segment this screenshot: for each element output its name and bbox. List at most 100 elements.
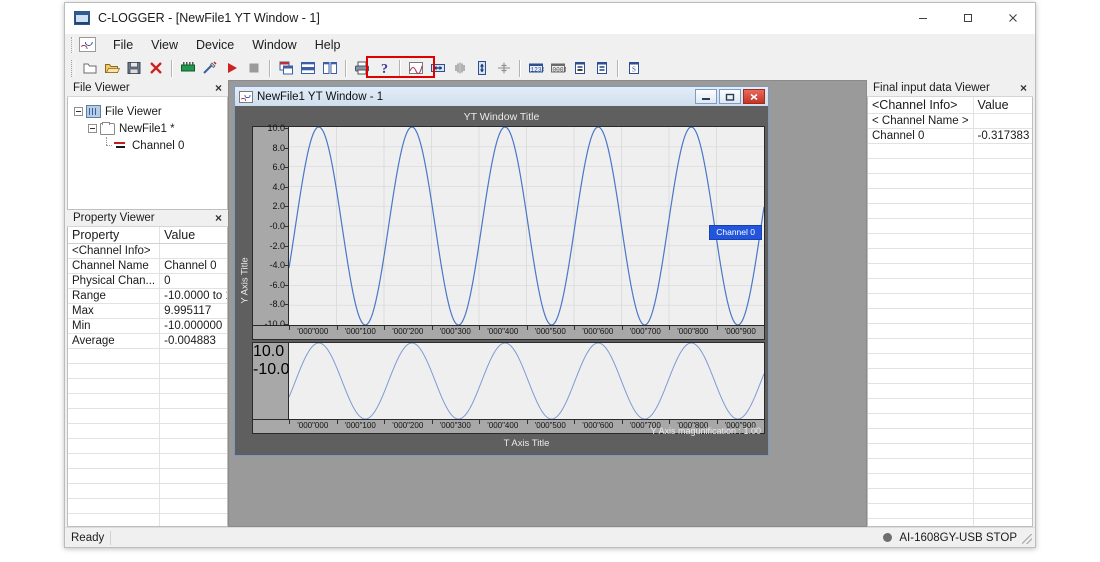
resize-grip-icon[interactable]	[1022, 534, 1032, 544]
tools-icon[interactable]	[200, 58, 220, 78]
y-tick-mark	[284, 245, 288, 247]
menu-item-help[interactable]: Help	[306, 36, 350, 54]
table-row[interactable]: Max 9.995117	[68, 303, 227, 319]
table-row-empty	[868, 158, 1032, 174]
statistics-icon[interactable]: S	[624, 58, 644, 78]
table-row[interactable]: Physical Chan... 0	[68, 273, 227, 289]
channel-icon	[114, 140, 128, 151]
plot-stack: 10.0 8.0 6.0 4.0 2.0 -0.0 -2.0 -4.0 -6.0 -8.0 -10.…	[252, 123, 765, 434]
x-tick-label: '000"500	[534, 421, 566, 430]
x-tick-label: '000"400	[487, 421, 519, 430]
table-row[interactable]: Min -10.000000	[68, 318, 227, 334]
yt-window-icon[interactable]	[406, 58, 426, 78]
digital-display-icon[interactable]: 0001	[548, 58, 568, 78]
table-row[interactable]: <Channel Info>	[68, 243, 227, 259]
file-viewer-close-icon[interactable]: ×	[213, 82, 224, 94]
table-row-empty	[68, 513, 227, 526]
x-tick-mark	[621, 420, 623, 424]
final-input-viewer-body: <Channel Info> Value < Channel Name > Ch…	[867, 97, 1033, 527]
property-value: 0	[159, 273, 227, 289]
toolbar-grip[interactable]	[71, 59, 75, 77]
x-axis-strip: '000"000 '000"100 '000"200 '000"300 '000"400…	[252, 326, 765, 340]
property-key: Min	[68, 318, 161, 334]
yt-minimize-button[interactable]	[695, 89, 717, 104]
open-folder-icon[interactable]	[102, 58, 122, 78]
overview-y-tick-label: -10.0	[253, 361, 290, 378]
overview-plot: 10.0 -10.0	[252, 342, 765, 420]
table-row-empty	[868, 383, 1032, 399]
channel-key: Channel 0	[868, 128, 974, 144]
tree-connector-icon	[102, 137, 112, 150]
table-row[interactable]: Average -0.004883	[68, 333, 227, 349]
table-row[interactable]: Range -10.0000 to 10.0...	[68, 288, 227, 304]
yt-window-titlebar[interactable]: NewFile1 YT Window - 1	[235, 87, 768, 106]
t-axis-compress-icon[interactable]	[450, 58, 470, 78]
table-row-empty	[868, 218, 1032, 234]
table-row[interactable]: Channel Name Channel 0	[68, 258, 227, 274]
tree-item-channel-0[interactable]: Channel 0	[74, 137, 227, 154]
final-data-viewer-icon[interactable]	[570, 58, 590, 78]
y-tick-label: -4.0	[269, 260, 285, 271]
x-tick-label: '000"400	[487, 327, 519, 336]
expander-icon[interactable]	[88, 124, 97, 133]
close-button[interactable]	[990, 3, 1035, 34]
property-grid-header: Property Value	[68, 227, 227, 244]
toolbar-separator-3	[345, 59, 347, 77]
x-tick-mark	[716, 326, 718, 330]
maximize-button[interactable]	[945, 3, 990, 34]
menu-item-file[interactable]: File	[104, 36, 142, 54]
table-row-empty	[68, 438, 227, 454]
main-plot-canvas[interactable]: Channel 0	[289, 127, 764, 325]
device-icon[interactable]	[178, 58, 198, 78]
x-tick-label: '000"000	[297, 327, 329, 336]
minimize-button[interactable]	[900, 3, 945, 34]
y-axis-expand-icon[interactable]	[472, 58, 492, 78]
yt-restore-button[interactable]	[719, 89, 741, 104]
table-row-empty	[868, 293, 1032, 309]
save-icon[interactable]	[124, 58, 144, 78]
x-axis-corner	[253, 326, 289, 339]
table-row[interactable]: Channel 0 -0.317383	[868, 128, 1032, 144]
new-file-icon[interactable]	[80, 58, 100, 78]
final-input-viewer-close-icon[interactable]: ×	[1018, 82, 1029, 94]
tree-item-file-viewer[interactable]: File Viewer	[74, 103, 227, 120]
final-grid-header: <Channel Info> Value	[868, 97, 1032, 114]
stop-icon[interactable]	[244, 58, 264, 78]
yt-close-button[interactable]	[743, 89, 765, 104]
play-icon[interactable]	[222, 58, 242, 78]
menu-item-window[interactable]: Window	[243, 36, 305, 54]
menu-grip[interactable]	[71, 36, 74, 53]
expander-icon[interactable]	[74, 107, 83, 116]
data-viewer-icon[interactable]	[592, 58, 612, 78]
property-viewer-close-icon[interactable]: ×	[213, 212, 224, 224]
delete-x-icon[interactable]	[146, 58, 166, 78]
property-key: Average	[68, 333, 161, 349]
status-bar: Ready AI-1608GY-USB STOP	[65, 527, 1035, 547]
tree-item-newfile1[interactable]: NewFile1 *	[74, 120, 227, 137]
yt-window-controls	[695, 89, 768, 104]
table-row-empty	[868, 143, 1032, 159]
t-axis-expand-icon[interactable]	[428, 58, 448, 78]
screenshot-root: C-LOGGER - [NewFile1 YT Window - 1] File…	[0, 0, 1100, 562]
help-icon[interactable]: ?	[374, 58, 394, 78]
chart-footer: Y Axis magunification : 1.00 T Axis Titl…	[238, 426, 765, 452]
table-row-empty	[868, 308, 1032, 324]
x-tick-mark	[716, 420, 718, 424]
x-tick-label: '000"100	[344, 327, 376, 336]
menu-item-device[interactable]: Device	[187, 36, 243, 54]
y-axis-compress-icon[interactable]	[494, 58, 514, 78]
final-input-viewer-title: Final input data Viewer	[873, 82, 990, 94]
table-row-empty	[868, 518, 1032, 526]
yt-window-icon	[239, 90, 253, 103]
cascade-windows-icon[interactable]	[276, 58, 296, 78]
overview-plot-canvas[interactable]	[289, 343, 764, 419]
tile-horizontal-icon[interactable]	[298, 58, 318, 78]
menu-item-view[interactable]: View	[142, 36, 187, 54]
table-row-empty	[868, 428, 1032, 444]
table-row-empty	[868, 323, 1032, 339]
table-row-empty	[868, 203, 1032, 219]
legend-channel-0[interactable]: Channel 0	[709, 225, 762, 241]
numeric-display-icon[interactable]: 1234	[526, 58, 546, 78]
tile-vertical-icon[interactable]	[320, 58, 340, 78]
print-icon[interactable]	[352, 58, 372, 78]
